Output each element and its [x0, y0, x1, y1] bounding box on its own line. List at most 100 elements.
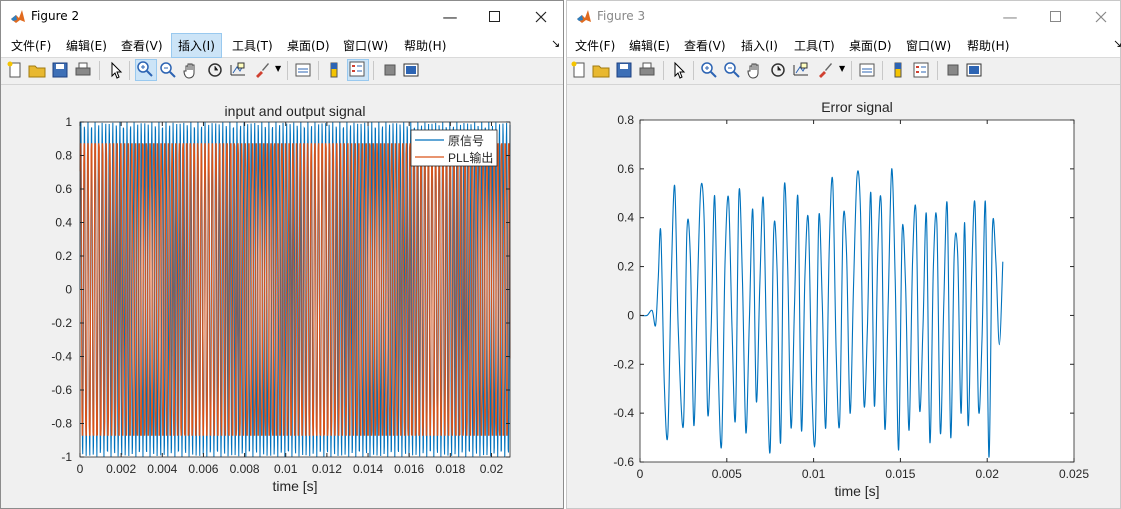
menu-help[interactable]: 帮助(H) — [404, 37, 446, 54]
menu-help[interactable]: 帮助(H) — [967, 37, 1009, 54]
y-tick-label: 1 — [65, 115, 72, 129]
menu-tools[interactable]: 工具(T) — [794, 37, 835, 54]
figure-3-window: Figure 3 — 文件(F) 编辑(E) 查看(V) 插入(I) 工具(T)… — [566, 0, 1121, 509]
menu-desktop[interactable]: 桌面(D) — [849, 37, 892, 54]
maximize-button[interactable] — [472, 1, 518, 33]
new-figure-icon[interactable] — [6, 61, 24, 79]
toolbar-separator — [373, 61, 374, 80]
matlab-logo-icon — [11, 10, 25, 23]
close-button[interactable] — [1078, 1, 1121, 33]
colorbar-icon[interactable] — [325, 61, 343, 79]
x-tick-label: 0.01 — [274, 462, 298, 476]
legend-button[interactable] — [347, 59, 369, 81]
zoom-out-icon[interactable] — [723, 61, 741, 79]
save-icon[interactable] — [51, 61, 69, 79]
title-bar[interactable]: Figure 2 — — [1, 1, 563, 33]
zoom-in-button[interactable] — [135, 59, 157, 81]
menu-desktop[interactable]: 桌面(D) — [287, 37, 330, 54]
menu-view[interactable]: 查看(V) — [684, 37, 726, 54]
link-plot-icon[interactable] — [294, 61, 312, 79]
menu-tools[interactable]: 工具(T) — [232, 37, 273, 54]
menu-view[interactable]: 查看(V) — [121, 37, 163, 54]
toolbar-separator — [851, 61, 852, 80]
pointer-icon[interactable] — [107, 61, 125, 79]
toolbar-separator — [663, 61, 664, 80]
brush-dropdown-icon[interactable]: ▼ — [275, 64, 281, 73]
x-tick-label: 0.018 — [435, 462, 465, 476]
save-icon[interactable] — [615, 61, 633, 79]
minimize-button[interactable]: — — [427, 1, 473, 33]
x-tick-label: 0.002 — [106, 462, 136, 476]
y-tick-label: -1 — [61, 450, 72, 464]
toolbar-separator — [937, 61, 938, 80]
y-tick-label: -0.6 — [51, 383, 72, 397]
hide-plot-tools-icon[interactable] — [381, 61, 399, 79]
toolbar-separator — [287, 61, 288, 80]
y-tick-label: 0.2 — [617, 260, 634, 274]
rotate-3d-icon[interactable] — [206, 61, 224, 79]
close-button[interactable] — [518, 1, 564, 33]
maximize-button[interactable] — [1033, 1, 1079, 33]
x-tick-label: 0.004 — [147, 462, 177, 476]
minimize-icon: — — [1002, 8, 1018, 26]
menu-edit[interactable]: 编辑(E) — [629, 37, 670, 54]
matlab-logo-icon — [577, 10, 591, 23]
legend-label-original-signal: 原信号 — [448, 134, 484, 148]
menu-bar: 文件(F) 编辑(E) 查看(V) 插入(I) 工具(T) 桌面(D) 窗口(W… — [567, 33, 1121, 58]
open-file-icon[interactable] — [28, 61, 46, 79]
figure-2-window: Figure 2 — 文件(F) 编辑(E) 查看(V) 插入(I) 工具(T)… — [0, 0, 564, 509]
pointer-icon[interactable] — [670, 61, 688, 79]
close-icon — [1095, 11, 1107, 23]
menu-file[interactable]: 文件(F) — [575, 37, 615, 54]
x-tick-label: 0.012 — [312, 462, 342, 476]
brush-dropdown-icon[interactable]: ▼ — [839, 64, 845, 73]
menu-window[interactable]: 窗口(W) — [343, 37, 388, 54]
y-tick-label: 0 — [627, 308, 634, 322]
x-tick-label: 0.015 — [885, 467, 915, 481]
brush-icon[interactable] — [253, 61, 271, 79]
new-figure-icon[interactable] — [570, 61, 588, 79]
menu-edit[interactable]: 编辑(E) — [66, 37, 107, 54]
x-tick-label: 0 — [77, 462, 84, 476]
x-tick-label: 0.01 — [802, 467, 826, 481]
pan-hand-icon[interactable] — [182, 61, 200, 79]
title-bar[interactable]: Figure 3 — — [567, 1, 1120, 33]
colorbar-icon[interactable] — [889, 61, 907, 79]
legend-icon[interactable] — [912, 61, 930, 79]
x-tick-label: 0.005 — [712, 467, 742, 481]
menu-overflow-icon[interactable]: ↘ — [551, 37, 560, 50]
brush-icon[interactable] — [816, 61, 834, 79]
error-signal-plot[interactable]: 0 0.005 0.01 0.015 0.02 0.025 -0.6 -0.4 -0.2 0 0.2… — [567, 85, 1120, 509]
open-file-icon[interactable] — [592, 61, 610, 79]
menu-insert[interactable]: 插入(I) — [171, 33, 222, 58]
show-plot-tools-icon[interactable] — [965, 61, 983, 79]
input-output-signal-plot[interactable]: 0 0.002 0.004 0.006 0.008 0.01 0.012 0.014 0.016… — [1, 85, 563, 509]
print-icon[interactable] — [74, 61, 92, 79]
zoom-in-icon[interactable] — [700, 61, 718, 79]
toolbar-separator — [99, 61, 100, 80]
rotate-3d-icon[interactable] — [769, 61, 787, 79]
x-tick-label: 0.02 — [976, 467, 1000, 481]
y-tick-label: 0.6 — [617, 162, 634, 176]
print-icon[interactable] — [638, 61, 656, 79]
show-plot-tools-icon[interactable] — [402, 61, 420, 79]
figure-toolbar: ▼ — [1, 58, 563, 85]
menu-file[interactable]: 文件(F) — [11, 37, 51, 54]
window-title: Figure 2 — [31, 9, 80, 23]
minimize-button[interactable]: — — [987, 1, 1033, 33]
zoom-in-icon — [137, 61, 153, 77]
legend-icon — [349, 61, 365, 77]
link-plot-icon[interactable] — [858, 61, 876, 79]
toolbar-separator — [129, 61, 130, 80]
chart-title: Error signal — [821, 99, 893, 115]
y-tick-label: 0.2 — [55, 249, 72, 263]
menu-window[interactable]: 窗口(W) — [906, 37, 951, 54]
zoom-out-icon[interactable] — [159, 61, 177, 79]
chart-title: input and output signal — [225, 103, 366, 119]
menu-insert[interactable]: 插入(I) — [741, 37, 778, 54]
hide-plot-tools-icon[interactable] — [944, 61, 962, 79]
data-cursor-icon[interactable] — [229, 61, 247, 79]
menu-overflow-icon[interactable]: ↘ — [1113, 37, 1121, 50]
data-cursor-icon[interactable] — [792, 61, 810, 79]
pan-hand-icon[interactable] — [746, 61, 764, 79]
